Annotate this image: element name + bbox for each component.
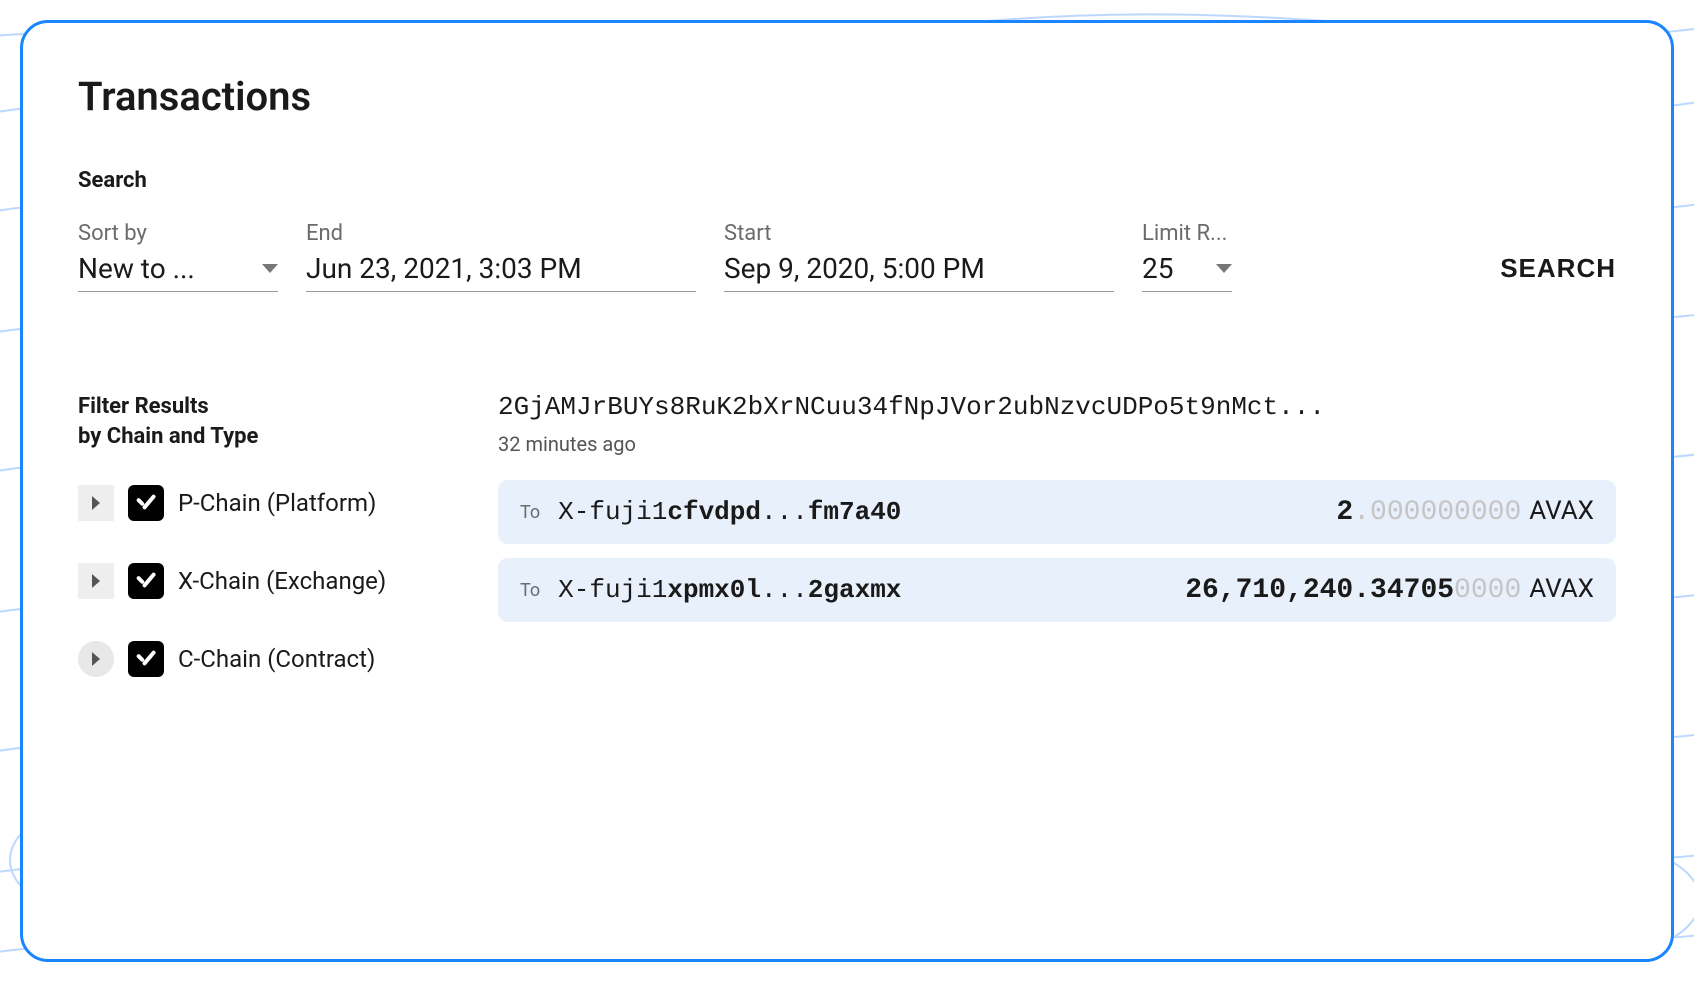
filters-panel: Filter Results by Chain and Type P-Chain… (78, 392, 438, 719)
output-amount: 2.000000000AVAX (1336, 496, 1594, 528)
transaction-hash[interactable]: 2GjAMJrBUYs8RuK2bXrNCuu34fNpJVor2ubNzvcU… (498, 392, 1616, 422)
filters-heading: Filter Results by Chain and Type (78, 392, 438, 451)
filter-item-x-chain: X-Chain (Exchange) (78, 563, 438, 599)
filter-label: C-Chain (Contract) (178, 645, 375, 673)
results-panel: 2GjAMJrBUYs8RuK2bXrNCuu34fNpJVor2ubNzvcU… (498, 392, 1616, 719)
search-button[interactable]: SEARCH (1500, 253, 1616, 292)
chevron-right-icon (92, 496, 100, 510)
filter-item-c-chain: C-Chain (Contract) (78, 641, 438, 677)
start-date-input[interactable]: Start Sep 9, 2020, 5:00 PM (724, 221, 1114, 292)
output-amount: 26,710,240.347050000AVAX (1185, 574, 1594, 606)
limit-label: Limit R... (1142, 221, 1232, 246)
sort-by-label: Sort by (78, 221, 278, 246)
start-label: Start (724, 221, 1114, 246)
checkbox-p-chain[interactable] (128, 485, 164, 521)
transactions-card: Transactions Search Sort by New to ... E… (20, 20, 1674, 962)
output-address[interactable]: X-fuji1xpmx0l...2gaxmx (558, 575, 901, 605)
page-title: Transactions (78, 73, 1616, 120)
limit-select[interactable]: Limit R... 25 (1142, 221, 1232, 292)
output-address[interactable]: X-fuji1cfvdpd...fm7a40 (558, 497, 901, 527)
caret-down-icon (262, 264, 278, 273)
transaction-output-row: To X-fuji1xpmx0l...2gaxmx 26,710,240.347… (498, 558, 1616, 622)
expand-toggle[interactable] (78, 641, 114, 677)
caret-down-icon (1216, 264, 1232, 273)
transaction-output-row: To X-fuji1cfvdpd...fm7a40 2.000000000AVA… (498, 480, 1616, 544)
checkbox-c-chain[interactable] (128, 641, 164, 677)
expand-toggle[interactable] (78, 485, 114, 521)
search-heading: Search (78, 168, 1616, 193)
to-label: To (520, 580, 540, 601)
end-label: End (306, 221, 696, 246)
filter-item-p-chain: P-Chain (Platform) (78, 485, 438, 521)
check-icon (136, 574, 156, 588)
end-date-input[interactable]: End Jun 23, 2021, 3:03 PM (306, 221, 696, 292)
sort-by-select[interactable]: Sort by New to ... (78, 221, 278, 292)
check-icon (136, 652, 156, 666)
checkbox-x-chain[interactable] (128, 563, 164, 599)
expand-toggle[interactable] (78, 563, 114, 599)
search-controls: Sort by New to ... End Jun 23, 2021, 3:0… (78, 221, 1616, 292)
to-label: To (520, 502, 540, 523)
filter-label: P-Chain (Platform) (178, 489, 376, 517)
transaction-time: 32 minutes ago (498, 432, 1616, 456)
check-icon (136, 496, 156, 510)
filter-label: X-Chain (Exchange) (178, 567, 386, 595)
chevron-right-icon (92, 574, 100, 588)
chevron-right-icon (92, 652, 100, 666)
